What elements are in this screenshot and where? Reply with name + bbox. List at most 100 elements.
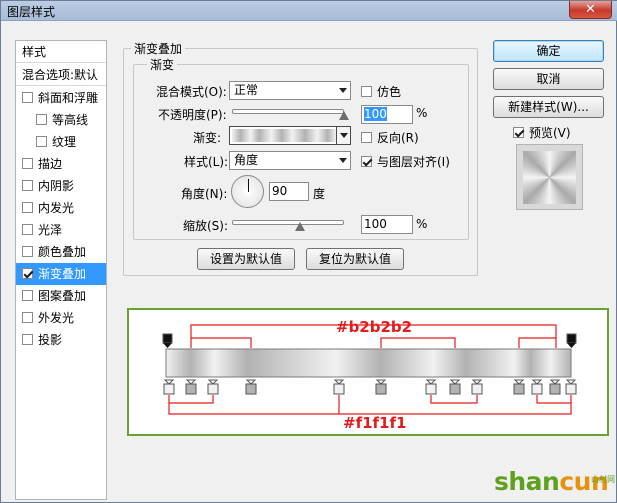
scale-slider[interactable] bbox=[232, 220, 344, 225]
angle-dial[interactable] bbox=[231, 175, 264, 208]
style-item-label: 光泽 bbox=[38, 223, 63, 237]
new-style-button[interactable]: 新建样式(W)... bbox=[493, 96, 604, 118]
opacity-stop-right[interactable] bbox=[566, 333, 577, 348]
watermark-suffix: 山村网 bbox=[591, 475, 615, 484]
style-select[interactable]: 角度 bbox=[229, 151, 351, 170]
opacity-label: 不透明度(P): bbox=[158, 108, 227, 122]
scale-slider-thumb[interactable] bbox=[295, 222, 305, 231]
opacity-unit: % bbox=[416, 106, 428, 120]
checkbox-icon bbox=[361, 132, 372, 143]
checkbox-icon[interactable] bbox=[22, 158, 33, 169]
checkbox-icon[interactable] bbox=[36, 136, 47, 147]
style-item-label: 内阴影 bbox=[38, 179, 75, 193]
checkbox-icon[interactable] bbox=[22, 246, 33, 257]
gradient-annotation-panel: #b2b2b2 #f1f1f1 bbox=[127, 308, 609, 436]
style-item[interactable]: 图案叠加 bbox=[16, 285, 106, 307]
title-bar: 图层样式 ✕ bbox=[1, 1, 617, 21]
scale-input[interactable]: 100 bbox=[361, 215, 413, 234]
align-with-layer-checkbox[interactable]: 与图层对齐(I) bbox=[361, 153, 450, 170]
opacity-input[interactable]: 100 bbox=[361, 105, 413, 124]
reset-default-button[interactable]: 复位为默认值 bbox=[306, 248, 404, 270]
dark-color-label: #b2b2b2 bbox=[336, 318, 413, 336]
watermark-main: shan bbox=[494, 467, 560, 496]
dither-label: 仿色 bbox=[377, 85, 402, 99]
style-item[interactable]: 描边 bbox=[16, 153, 106, 175]
angle-input[interactable]: 90 bbox=[269, 182, 309, 201]
set-default-button[interactable]: 设置为默认值 bbox=[197, 248, 295, 270]
angle-unit: 度 bbox=[313, 187, 326, 201]
style-value: 角度 bbox=[234, 153, 259, 167]
style-item[interactable]: 内发光 bbox=[16, 197, 106, 219]
chevron-down-icon bbox=[339, 158, 347, 163]
preview-label: 预览(V) bbox=[529, 126, 571, 140]
blend-mode-value: 正常 bbox=[234, 83, 259, 97]
checkbox-checked-icon bbox=[361, 156, 372, 167]
opacity-stop-left[interactable] bbox=[162, 333, 173, 348]
style-item-label: 纹理 bbox=[52, 135, 77, 149]
window-title: 图层样式 bbox=[7, 5, 56, 19]
chevron-down-icon[interactable] bbox=[336, 127, 350, 144]
style-item[interactable]: 纹理 bbox=[16, 131, 106, 153]
checkbox-icon[interactable] bbox=[22, 312, 33, 323]
opacity-value: 100 bbox=[364, 107, 387, 121]
gradient-bar[interactable] bbox=[165, 348, 572, 378]
gradient-picker[interactable] bbox=[229, 126, 351, 145]
checkbox-icon[interactable] bbox=[22, 290, 33, 301]
style-list: 样式 混合选项:默认 斜面和浮雕等高线纹理描边内阴影内发光光泽颜色叠加渐变叠加图… bbox=[15, 40, 107, 500]
layer-style-dialog: 图层样式 ✕ 样式 混合选项:默认 斜面和浮雕等高线纹理描边内阴影内发光光泽颜色… bbox=[0, 0, 617, 503]
style-item-label: 渐变叠加 bbox=[38, 267, 87, 281]
blend-mode-label: 混合模式(O): bbox=[156, 85, 227, 99]
checkbox-icon[interactable] bbox=[22, 202, 33, 213]
style-item[interactable]: 投影 bbox=[16, 329, 106, 351]
style-item-label: 等高线 bbox=[52, 113, 89, 127]
blend-mode-select[interactable]: 正常 bbox=[229, 81, 351, 100]
reverse-checkbox[interactable]: 反向(R) bbox=[361, 129, 419, 146]
style-item-label: 斜面和浮雕 bbox=[38, 91, 99, 105]
style-item[interactable]: 斜面和浮雕 bbox=[16, 87, 106, 109]
angle-dial-hand bbox=[248, 179, 249, 192]
style-item-label: 图案叠加 bbox=[38, 289, 87, 303]
style-item[interactable]: 等高线 bbox=[16, 109, 106, 131]
scale-label: 缩放(S): bbox=[183, 219, 229, 233]
style-item-label: 投影 bbox=[38, 333, 63, 347]
gradient-label: 渐变: bbox=[193, 131, 222, 145]
style-item[interactable]: 渐变叠加 bbox=[16, 263, 106, 285]
ok-button[interactable]: 确定 bbox=[493, 40, 604, 62]
dither-checkbox[interactable]: 仿色 bbox=[361, 83, 401, 100]
align-label: 与图层对齐(I) bbox=[377, 155, 450, 169]
group-title: 渐变 bbox=[147, 56, 178, 73]
opacity-slider[interactable] bbox=[232, 109, 344, 114]
preview-swatch bbox=[523, 151, 576, 204]
chevron-down-icon bbox=[339, 88, 347, 93]
opacity-slider-thumb[interactable] bbox=[339, 111, 349, 120]
checkbox-icon[interactable] bbox=[36, 114, 47, 125]
checkbox-icon[interactable] bbox=[22, 180, 33, 191]
checkbox-icon bbox=[361, 86, 372, 97]
blend-options-item[interactable]: 混合选项:默认 bbox=[16, 64, 106, 86]
style-item-label: 颜色叠加 bbox=[38, 245, 87, 259]
color-stops[interactable] bbox=[163, 379, 577, 395]
checkbox-icon[interactable] bbox=[22, 334, 33, 345]
style-item[interactable]: 内阴影 bbox=[16, 175, 106, 197]
light-stop-connectors bbox=[168, 395, 572, 415]
section-title: 渐变叠加 bbox=[131, 40, 186, 57]
checkbox-icon[interactable] bbox=[22, 92, 33, 103]
style-item[interactable]: 光泽 bbox=[16, 219, 106, 241]
style-item-label: 外发光 bbox=[38, 311, 75, 325]
angle-label: 角度(N): bbox=[181, 187, 228, 201]
checkbox-checked-icon[interactable] bbox=[22, 268, 33, 279]
style-item[interactable]: 颜色叠加 bbox=[16, 241, 106, 263]
style-label: 样式(L): bbox=[184, 155, 229, 169]
cancel-button[interactable]: 取消 bbox=[493, 68, 604, 90]
style-preview-thumbnail bbox=[516, 144, 583, 210]
scale-unit: % bbox=[416, 217, 428, 231]
checkbox-icon[interactable] bbox=[22, 224, 33, 235]
gradient-preview-swatch[interactable] bbox=[232, 129, 336, 142]
styles-header[interactable]: 样式 bbox=[16, 41, 106, 63]
style-item[interactable]: 外发光 bbox=[16, 307, 106, 329]
close-button[interactable]: ✕ bbox=[569, 1, 612, 19]
preview-checkbox[interactable]: 预览(V) bbox=[513, 124, 571, 141]
style-item-label: 内发光 bbox=[38, 201, 75, 215]
checkbox-checked-icon bbox=[513, 127, 524, 138]
light-color-label: #f1f1f1 bbox=[343, 414, 407, 432]
